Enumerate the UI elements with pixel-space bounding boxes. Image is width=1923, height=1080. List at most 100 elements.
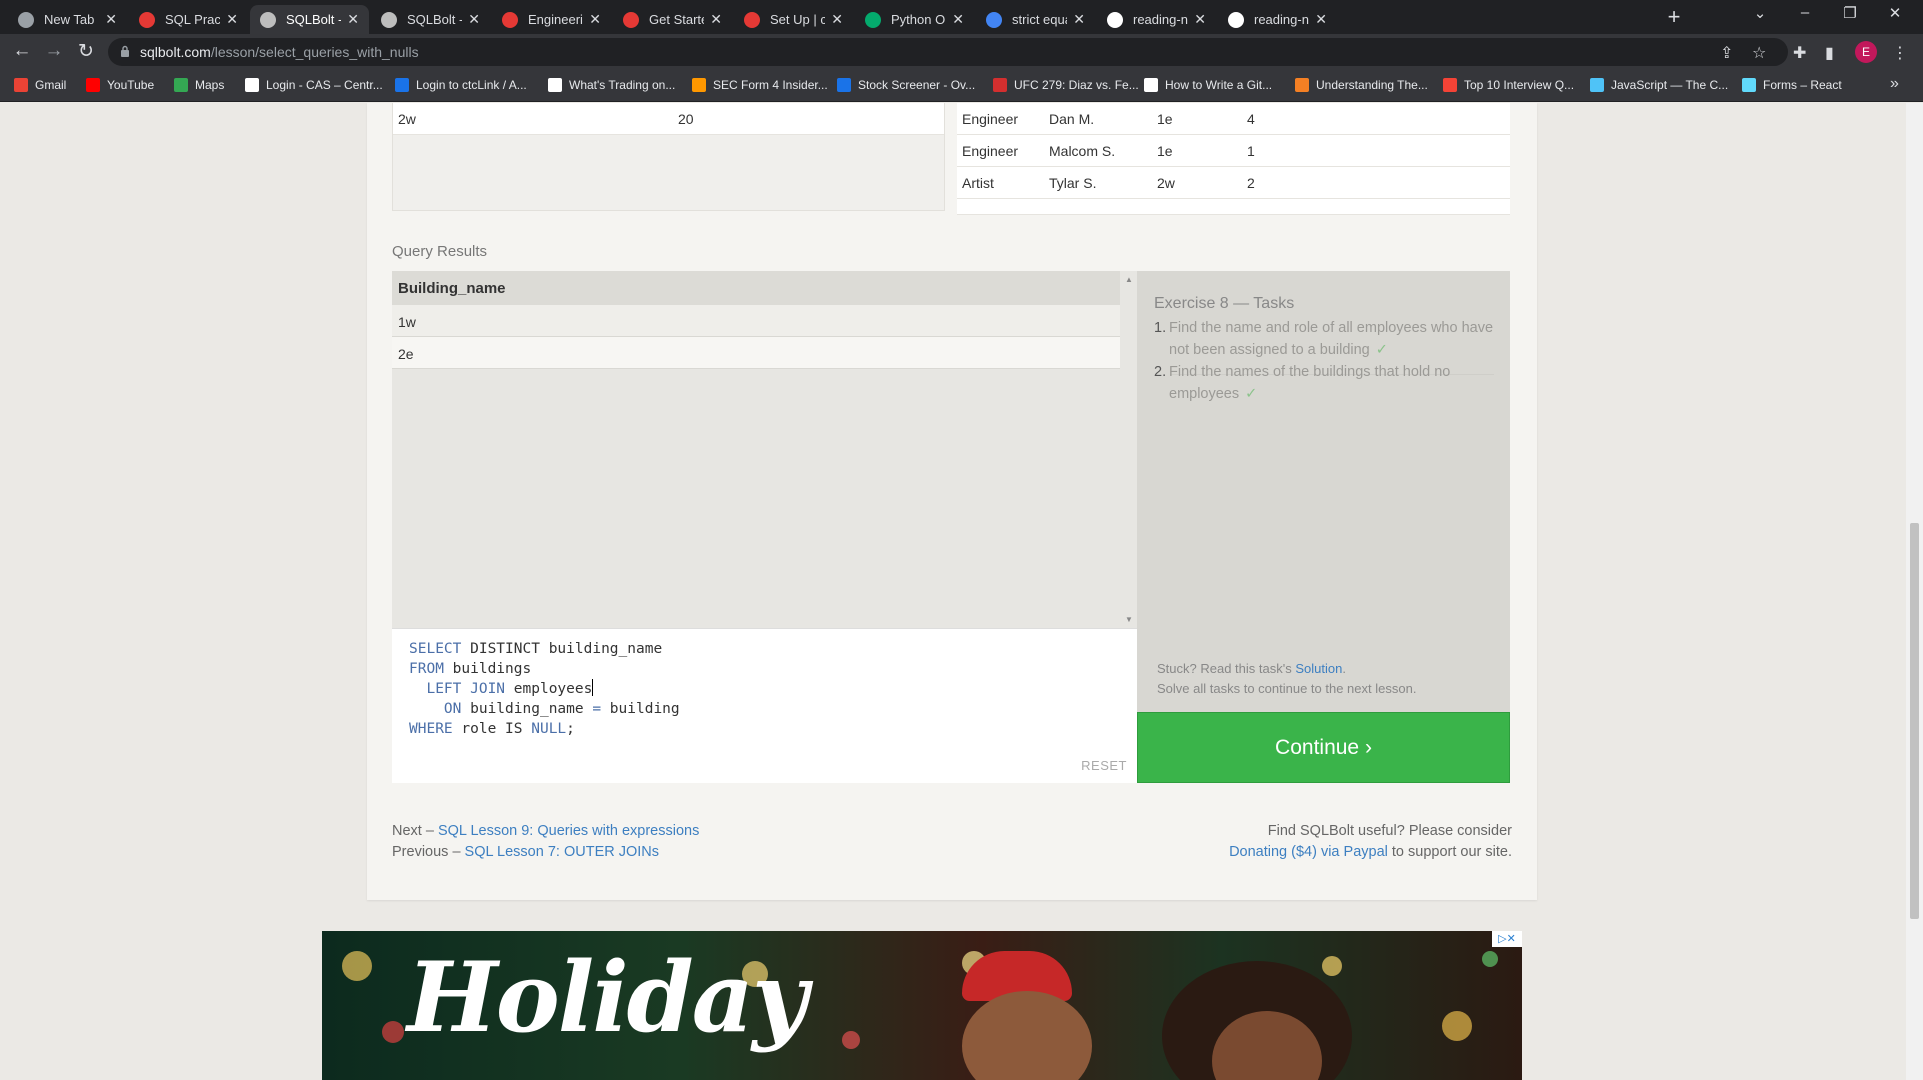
results-scrollbar[interactable]: ▲ ▼: [1122, 271, 1137, 628]
tab-item[interactable]: Engineering Re ✕: [492, 5, 611, 34]
tab-item[interactable]: SQLBolt - Learn ✕: [250, 5, 369, 34]
continue-button[interactable]: Continue ›: [1137, 712, 1510, 783]
results-column-header: Building_name: [392, 271, 1120, 305]
scroll-down-icon[interactable]: ▼: [1125, 615, 1133, 624]
task-number: 1.: [1154, 320, 1167, 336]
previous-lesson-link[interactable]: SQL Lesson 7: OUTER JOINs: [465, 844, 659, 860]
checkmark-icon: ✓: [1375, 342, 1388, 358]
star-icon: [548, 78, 562, 92]
bookmark-item[interactable]: Understanding The...: [1295, 78, 1428, 92]
close-tab-icon[interactable]: ✕: [347, 11, 359, 28]
bookmark-item[interactable]: Login - CAS – Centr...: [245, 78, 383, 92]
table-cell: Engineer: [962, 111, 1019, 127]
close-tab-icon[interactable]: ✕: [710, 11, 722, 28]
next-lesson-link[interactable]: SQL Lesson 9: Queries with expressions: [438, 823, 699, 839]
close-tab-icon[interactable]: ✕: [1073, 11, 1085, 28]
tab-title: Python Operato: [891, 12, 946, 27]
checkmark-icon: ✓: [1245, 386, 1258, 402]
back-icon[interactable]: ←: [10, 40, 34, 62]
support-suffix: to support our site.: [1391, 844, 1512, 860]
sql-code[interactable]: SELECT DISTINCT building_name FROM build…: [409, 639, 680, 739]
reload-icon[interactable]: ↻: [74, 40, 98, 63]
menu-kebab-icon[interactable]: ⋮: [1892, 43, 1908, 63]
page-icon: [381, 11, 397, 28]
minimize-button[interactable]: –: [1783, 4, 1827, 21]
page-scrollbar-thumb[interactable]: [1910, 523, 1919, 919]
close-tab-icon[interactable]: ✕: [831, 11, 843, 28]
stuck-prefix: Stuck? Read this task's: [1157, 661, 1292, 676]
close-tab-icon[interactable]: ✕: [468, 11, 480, 28]
bookmarks-overflow-icon[interactable]: »: [1890, 75, 1899, 93]
sidepanel-icon[interactable]: ▮: [1825, 43, 1834, 63]
react-icon: [1742, 78, 1756, 92]
close-tab-icon[interactable]: ✕: [952, 11, 964, 28]
bookmark-item[interactable]: JavaScript — The C...: [1590, 78, 1728, 92]
donate-link[interactable]: Donating ($4) via Paypal: [1229, 844, 1388, 860]
google-icon: [986, 11, 1002, 28]
next-prefix: Next –: [392, 823, 434, 839]
forward-icon[interactable]: →: [42, 40, 66, 62]
solution-link[interactable]: Solution: [1295, 661, 1342, 676]
close-tab-icon[interactable]: ✕: [589, 11, 601, 28]
address-bar[interactable]: sqlbolt.com/lesson/select_queries_with_n…: [108, 38, 1788, 66]
task-item: 2. Find the names of the buildings that …: [1154, 361, 1494, 405]
tab-item[interactable]: New Tab ✕: [8, 5, 127, 34]
w3-icon: [865, 11, 881, 28]
share-icon[interactable]: ⇪: [1720, 43, 1733, 63]
ad-banner[interactable]: Holiday ▷✕: [322, 931, 1522, 1080]
tab-item[interactable]: strict equality o ✕: [976, 5, 1095, 34]
tab-item[interactable]: reading-notes/ ✕: [1097, 5, 1216, 34]
close-tab-icon[interactable]: ✕: [105, 11, 117, 28]
bookmark-item[interactable]: Top 10 Interview Q...: [1443, 78, 1574, 92]
tab-item[interactable]: Python Operato ✕: [855, 5, 974, 34]
tab-item[interactable]: reading-notes/s ✕: [1218, 5, 1337, 34]
reset-button[interactable]: RESET: [1081, 758, 1127, 773]
bookmark-label: UFC 279: Diaz vs. Fe...: [1014, 78, 1139, 92]
extensions-icon[interactable]: ✚: [1793, 43, 1806, 63]
results-row: 1w: [392, 305, 1120, 337]
close-tab-icon[interactable]: ✕: [1194, 11, 1206, 28]
bookmark-item[interactable]: Stock Screener - Ov...: [837, 78, 975, 92]
bookmark-item[interactable]: SEC Form 4 Insider...: [692, 78, 828, 92]
bookmark-label: What's Trading on...: [569, 78, 676, 92]
bookmark-item[interactable]: Forms – React: [1742, 78, 1842, 92]
scroll-up-icon[interactable]: ▲: [1125, 275, 1133, 284]
github-icon: [1228, 11, 1244, 28]
query-results-table: Building_name 1w 2e ▲ ▼: [392, 271, 1137, 628]
ad-choices-icon[interactable]: ▷✕: [1492, 931, 1522, 947]
results-row: 2e: [392, 337, 1120, 369]
bookmark-item[interactable]: Login to ctcLink / A...: [395, 78, 527, 92]
tab-item[interactable]: SQL Practice | c ✕: [129, 5, 248, 34]
url-host: sqlbolt.com: [140, 44, 211, 60]
lesson-card: 2w 20 Engineer Dan M. 1e 4 Engineer Malc…: [367, 103, 1537, 900]
tab-search-icon[interactable]: ⌄: [1738, 4, 1782, 22]
close-tab-icon[interactable]: ✕: [1315, 11, 1327, 28]
tab-item[interactable]: Get Started wit ✕: [613, 5, 732, 34]
tab-item[interactable]: SQLBolt - Learn ✕: [371, 5, 490, 34]
shield-icon: [623, 11, 639, 28]
sql-editor[interactable]: SELECT DISTINCT building_name FROM build…: [392, 628, 1137, 783]
bookmarks-bar: Gmail YouTube Maps Login - CAS – Centr... Lo…: [0, 70, 1923, 102]
bookmark-item[interactable]: How to Write a Git...: [1144, 78, 1272, 92]
shield-icon: [502, 11, 518, 28]
bookmark-star-icon[interactable]: ☆: [1752, 43, 1766, 63]
new-tab-button[interactable]: +: [1660, 6, 1688, 30]
maximize-button[interactable]: ❐: [1828, 4, 1872, 22]
page-scrollbar[interactable]: [1906, 103, 1923, 1080]
bookmark-item[interactable]: YouTube: [86, 78, 154, 92]
bookmark-item[interactable]: Maps: [174, 78, 224, 92]
table-cell: 1e: [1157, 111, 1173, 127]
bokeh-light: [1442, 1011, 1472, 1041]
bookmark-item[interactable]: Gmail: [14, 78, 66, 92]
bookmark-item[interactable]: What's Trading on...: [548, 78, 675, 92]
close-tab-icon[interactable]: ✕: [226, 11, 238, 28]
table-cell: 2: [1247, 175, 1255, 191]
table-row-clipped: [957, 199, 1510, 215]
bookmark-label: Maps: [195, 78, 225, 92]
bookmark-item[interactable]: UFC 279: Diaz vs. Fe...: [993, 78, 1139, 92]
close-window-button[interactable]: ✕: [1873, 4, 1917, 22]
table-cell: 2w: [1157, 175, 1175, 191]
tab-item[interactable]: Set Up | code-4 ✕: [734, 5, 853, 34]
profile-avatar[interactable]: E: [1855, 41, 1877, 63]
stuck-hint: Stuck? Read this task's Solution. Solve …: [1157, 659, 1416, 699]
